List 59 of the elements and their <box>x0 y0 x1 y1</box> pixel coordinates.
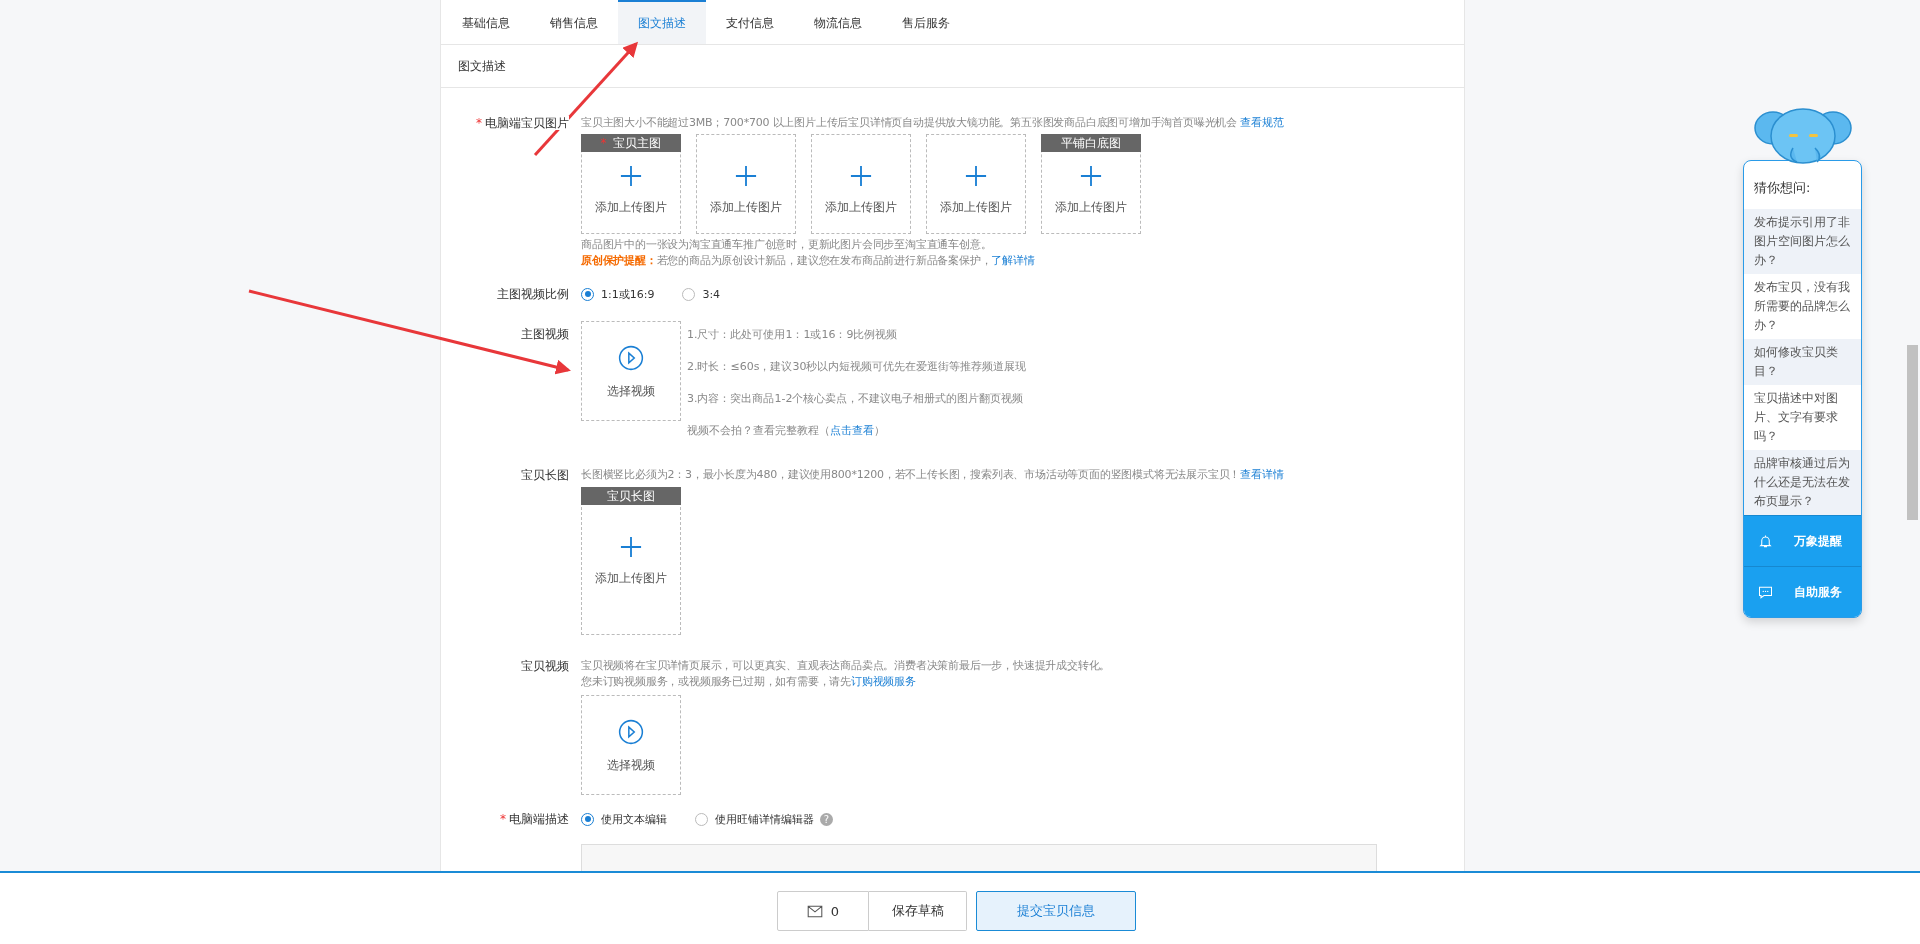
scrollbar[interactable] <box>1907 345 1918 520</box>
plus-icon <box>620 536 642 558</box>
chat-icon <box>1758 584 1773 600</box>
slot-tag: * 宝贝主图 <box>581 134 681 152</box>
subscribe-link[interactable]: 订购视频服务 <box>851 675 916 688</box>
field-label: 电脑端描述 <box>509 812 569 826</box>
video-note: 2.时长：≤60s，建议30秒以内短视频可优先在爱逛街等推荐频道展现 <box>687 359 1027 375</box>
plus-icon <box>850 165 872 187</box>
play-icon <box>618 719 644 745</box>
bell-icon <box>1758 533 1773 549</box>
question-item[interactable]: 发布提示引用了非图片空间图片怎么办？ <box>1744 209 1861 274</box>
image-upload-slot[interactable]: 添加上传图片 <box>926 134 1026 234</box>
field-label: 宝贝视频 <box>521 659 569 673</box>
editor-radio[interactable]: 使用文本编辑 <box>581 811 667 827</box>
plus-icon <box>620 165 642 187</box>
slot-tag: 宝贝长图 <box>581 487 681 505</box>
play-icon <box>618 345 644 371</box>
plus-icon <box>735 165 757 187</box>
field-label: 主图视频 <box>521 327 569 341</box>
save-draft-button[interactable]: 保存草稿 <box>869 891 967 931</box>
details-link[interactable]: 了解详情 <box>991 254 1035 267</box>
mail-icon <box>806 904 823 918</box>
video-note: 3.内容：突出商品1-2个核心卖点，不建议电子相册式的图片翻页视频 <box>687 391 1025 407</box>
image-upload-slot[interactable]: * 宝贝主图 添加上传图片 <box>581 134 681 234</box>
message-button[interactable]: 0 <box>777 891 869 931</box>
details-link[interactable]: 查看详情 <box>1240 468 1284 481</box>
tutorial-text: 视频不会拍？查看完整教程（点击查看） <box>687 423 886 439</box>
field-label: 电脑端宝贝图片 <box>485 116 569 130</box>
editor-radio[interactable]: 使用旺铺详情编辑器 <box>695 811 814 827</box>
plus-icon <box>965 165 987 187</box>
assistant-title: 猜你想问: <box>1753 179 1812 197</box>
image-upload-slot[interactable]: 宝贝长图 添加上传图片 <box>581 487 681 635</box>
image-upload-slot[interactable]: 平铺白底图 添加上传图片 <box>1041 134 1141 234</box>
plus-icon <box>1080 165 1102 187</box>
image-upload-slot[interactable]: 添加上传图片 <box>811 134 911 234</box>
hint-text: 宝贝主图大小不能超过3MB；700*700 以上图片上传后宝贝详情页自动提供放大镜功能。第五张图发商品白底图可增加手淘首页曝光机会 查看规范 <box>581 115 1285 131</box>
question-item[interactable]: 如何修改宝贝类目？ <box>1744 339 1861 385</box>
tab[interactable]: 图文描述 <box>618 0 706 44</box>
section-title: 图文描述 <box>458 57 506 75</box>
question-item[interactable]: 发布宝贝，没有我所需要的品牌怎么办？ <box>1744 274 1861 339</box>
ratio-radio[interactable]: 3:4 <box>682 287 721 301</box>
slot-tag: 平铺白底图 <box>1041 134 1141 152</box>
field-label: 宝贝长图 <box>521 468 569 482</box>
question-item[interactable]: 宝贝描述中对图片、文字有要求吗？ <box>1744 385 1861 450</box>
hint-text: 宝贝视频将在宝贝详情页展示，可以更真实、直观表达商品卖点。消费者决策前最后一步，快速提升成交转化。 <box>581 658 1112 674</box>
question-item[interactable]: 品牌审核通过后为什么还是无法在发布页显示？ <box>1744 450 1861 515</box>
submit-button[interactable]: 提交宝贝信息 <box>976 891 1136 931</box>
rules-link[interactable]: 查看规范 <box>1240 116 1284 129</box>
ratio-radio[interactable]: 1:1或16:9 <box>581 286 655 302</box>
tutorial-link[interactable]: 点击查看 <box>830 424 874 437</box>
field-label: 主图视频比例 <box>497 287 569 301</box>
subscribe-text: 您未订购视频服务，或视频服务已过期，如有需要，请先订购视频服务 <box>581 674 917 690</box>
hint-text: 长图横竖比必须为2：3，最小长度为480，建议使用800*1200，若不上传长图，搜索列表、市场活动等页面的竖图模式将无法展示宝贝！查看详情 <box>581 467 1285 483</box>
protect-text: 原创保护提醒：若您的商品为原创设计新品，建议您在发布商品前进行新品备案保护，了解详情 <box>581 253 1036 269</box>
image-upload-slot[interactable]: 添加上传图片 <box>696 134 796 234</box>
video-upload-slot[interactable]: 选择视频 <box>581 321 681 421</box>
note-text: 商品图片中的一张设为淘宝直通车推广创意时，更新此图片会同步至淘宝直通车创意。 <box>581 237 993 253</box>
video-upload-slot[interactable]: 选择视频 <box>581 695 681 795</box>
video-note: 1.尺寸：此处可使用1：1或16：9比例视频 <box>687 327 899 343</box>
